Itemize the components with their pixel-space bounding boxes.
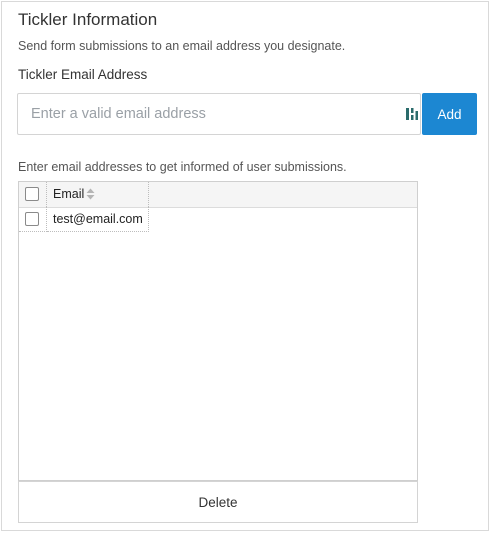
email-field-label: Tickler Email Address	[18, 67, 148, 82]
delete-button[interactable]: Delete	[18, 481, 418, 523]
password-manager-icon[interactable]	[406, 107, 418, 121]
email-input-container	[17, 93, 421, 135]
email-grid: Email test@email.com	[18, 181, 418, 481]
table-row[interactable]: test@email.com	[19, 207, 417, 232]
grid-header: Email	[19, 182, 417, 208]
email-input[interactable]	[18, 94, 398, 134]
help-text: Enter email addresses to get informed of…	[18, 160, 347, 174]
email-column-header[interactable]: Email	[47, 182, 149, 207]
row-checkbox[interactable]	[25, 212, 39, 226]
panel-title: Tickler Information	[18, 10, 158, 29]
select-all-cell	[19, 182, 47, 207]
sort-arrows-icon[interactable]	[86, 188, 95, 200]
select-all-checkbox[interactable]	[25, 187, 39, 201]
email-cell: test@email.com	[47, 207, 149, 232]
add-button[interactable]: Add	[422, 93, 477, 135]
email-column-label: Email	[53, 187, 85, 201]
tickler-panel: Tickler Information Send form submission…	[1, 1, 489, 531]
panel-subtitle: Send form submissions to an email addres…	[18, 39, 346, 53]
row-select-cell	[19, 207, 47, 232]
